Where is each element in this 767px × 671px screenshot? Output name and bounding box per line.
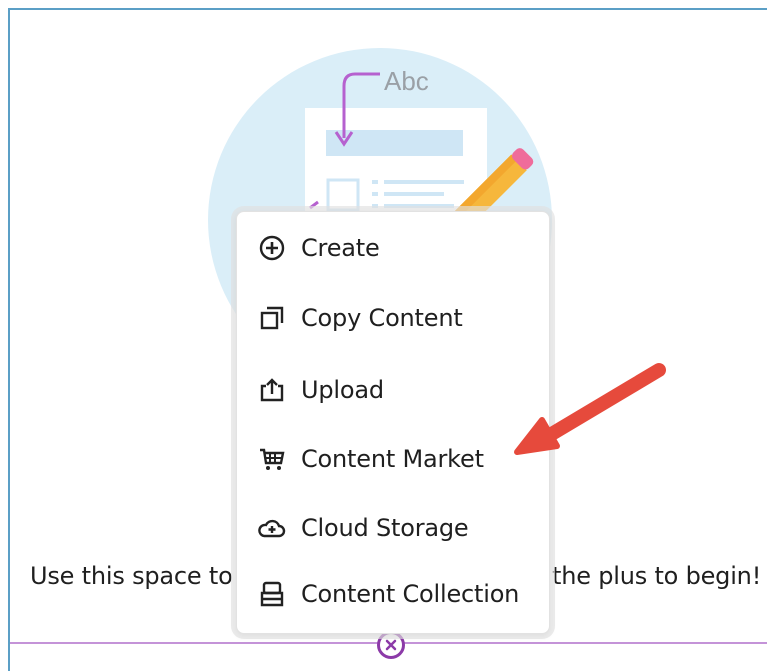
add-content-menu: Create Copy Content Upload Content Marke…: [236, 211, 550, 634]
empty-state-hint-start: Use this space to: [30, 562, 233, 590]
menu-item-create[interactable]: Create: [237, 222, 549, 274]
upload-icon: [257, 375, 287, 405]
menu-item-label: Cloud Storage: [301, 514, 469, 542]
illustration-sample-text: Abc: [384, 66, 429, 96]
cloud-add-icon: [257, 513, 287, 543]
archive-box-icon: [257, 579, 287, 609]
menu-item-label: Content Market: [301, 445, 484, 473]
copy-icon: [257, 303, 287, 333]
menu-item-label: Copy Content: [301, 304, 463, 332]
close-menu-button[interactable]: [377, 631, 405, 659]
shopping-cart-icon: [257, 444, 287, 474]
menu-item-label: Upload: [301, 376, 384, 404]
plus-circle-icon: [257, 233, 287, 263]
menu-item-content-collection[interactable]: Content Collection: [237, 568, 549, 620]
menu-item-upload[interactable]: Upload: [237, 364, 549, 416]
menu-item-label: Content Collection: [301, 580, 520, 608]
menu-item-cloud-storage[interactable]: Cloud Storage: [237, 502, 549, 554]
empty-state-hint-end: the plus to begin!: [552, 562, 762, 590]
menu-item-label: Create: [301, 234, 380, 262]
menu-item-copy-content[interactable]: Copy Content: [237, 292, 549, 344]
menu-item-content-market[interactable]: Content Market: [237, 433, 549, 485]
close-icon: [385, 639, 397, 651]
content-area: Abc Use this space to the plus to begin!…: [8, 8, 767, 671]
